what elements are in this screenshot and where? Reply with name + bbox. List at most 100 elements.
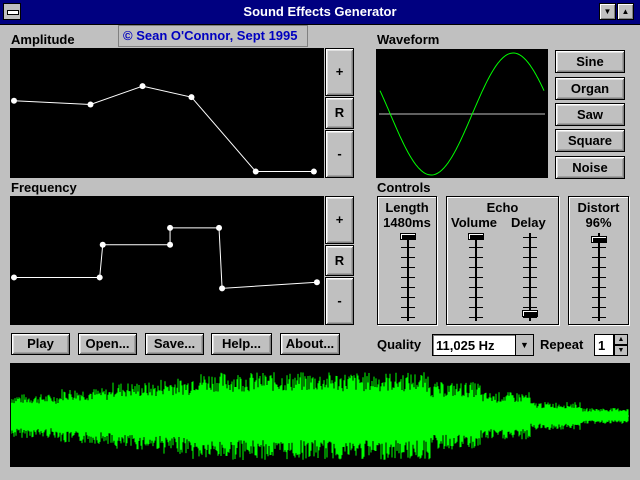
- amplitude-point[interactable]: [310, 168, 317, 175]
- slider-tick: [401, 307, 415, 308]
- echo-title: Echo: [486, 200, 519, 215]
- echo-volume-slider[interactable]: [466, 233, 486, 321]
- slider-tick: [469, 247, 483, 248]
- frequency-point[interactable]: [96, 274, 103, 281]
- slider-tick: [592, 267, 606, 268]
- distort-slider[interactable]: [589, 233, 609, 321]
- echo-delay-slider[interactable]: [520, 233, 540, 321]
- maximize-icon[interactable]: ▲: [617, 3, 634, 20]
- help-button[interactable]: Help...: [211, 333, 272, 355]
- slider-tick: [592, 317, 606, 318]
- frequency-point[interactable]: [11, 274, 17, 281]
- amplitude-plus-button[interactable]: +: [325, 48, 354, 96]
- frequency-point[interactable]: [167, 224, 174, 231]
- slider-tick: [469, 287, 483, 288]
- echo-volume-label: Volume: [451, 215, 497, 230]
- open-button[interactable]: Open...: [78, 333, 137, 355]
- slider-tick: [523, 317, 537, 318]
- slider-tick: [523, 297, 537, 298]
- slider-tick: [523, 267, 537, 268]
- slider-tick: [523, 247, 537, 248]
- echo-group: Echo Volume Delay: [446, 196, 559, 325]
- square-button[interactable]: Square: [555, 129, 625, 152]
- spin-up-icon[interactable]: ▲: [614, 334, 628, 345]
- sine-button[interactable]: Sine: [555, 50, 625, 73]
- slider-tick: [592, 297, 606, 298]
- slider-thumb[interactable]: [522, 309, 538, 317]
- slider-tick: [401, 317, 415, 318]
- slider-tick: [401, 267, 415, 268]
- slider-tick: [592, 257, 606, 258]
- slider-tick: [592, 277, 606, 278]
- amplitude-point[interactable]: [252, 168, 259, 175]
- amplitude-minus-button[interactable]: -: [325, 130, 354, 178]
- waveform-label: Waveform: [377, 32, 440, 47]
- repeat-label: Repeat: [540, 337, 584, 352]
- slider-tick: [523, 237, 537, 238]
- copyright-label: © Sean O'Connor, Sept 1995: [118, 25, 308, 47]
- slider-tick: [523, 287, 537, 288]
- frequency-reset-button[interactable]: R: [325, 245, 354, 276]
- organ-button[interactable]: Organ: [555, 77, 625, 100]
- system-menu-icon[interactable]: [3, 3, 21, 20]
- frequency-point[interactable]: [219, 285, 226, 292]
- frequency-envelope[interactable]: [10, 196, 324, 325]
- spin-down-icon[interactable]: ▼: [614, 345, 628, 356]
- slider-tick: [469, 277, 483, 278]
- amplitude-point[interactable]: [11, 97, 17, 104]
- about-button[interactable]: About...: [280, 333, 340, 355]
- slider-thumb[interactable]: [468, 233, 484, 240]
- frequency-label: Frequency: [11, 180, 77, 195]
- distort-group: Distort 96%: [568, 196, 629, 325]
- slider-tick: [523, 257, 537, 258]
- amplitude-envelope[interactable]: [10, 48, 324, 178]
- slider-tick: [523, 307, 537, 308]
- frequency-point[interactable]: [99, 241, 106, 248]
- slider-tick: [401, 287, 415, 288]
- slider-tick: [401, 247, 415, 248]
- amplitude-point[interactable]: [188, 94, 195, 101]
- amplitude-point[interactable]: [139, 83, 146, 90]
- slider-tick: [592, 307, 606, 308]
- length-title: Length: [385, 200, 429, 215]
- slider-tick: [592, 247, 606, 248]
- slider-thumb[interactable]: [591, 236, 607, 244]
- noise-button[interactable]: Noise: [555, 156, 625, 179]
- frequency-plus-button[interactable]: +: [325, 196, 354, 244]
- length-value: 1480ms: [383, 215, 431, 230]
- waveform-display: [376, 49, 548, 178]
- amplitude-label: Amplitude: [11, 32, 75, 47]
- window-title: Sound Effects Generator: [243, 4, 397, 19]
- frequency-minus-button[interactable]: -: [325, 277, 354, 325]
- dropdown-arrow-icon[interactable]: ▼: [515, 335, 533, 355]
- saw-button[interactable]: Saw: [555, 103, 625, 126]
- quality-value: 11,025 Hz: [436, 338, 495, 353]
- play-button[interactable]: Play: [11, 333, 70, 355]
- amplitude-reset-button[interactable]: R: [325, 97, 354, 129]
- frequency-point[interactable]: [313, 279, 320, 286]
- output-waveform: [10, 363, 630, 467]
- minimize-icon[interactable]: ▼: [599, 3, 616, 20]
- amplitude-point[interactable]: [87, 101, 94, 108]
- length-slider[interactable]: [398, 233, 418, 321]
- slider-tick: [469, 267, 483, 268]
- slider-tick: [592, 287, 606, 288]
- repeat-input[interactable]: 1: [594, 334, 614, 356]
- distort-title: Distort: [577, 200, 620, 215]
- title-bar: Sound Effects Generator: [0, 0, 640, 25]
- length-group: Length 1480ms: [377, 196, 437, 325]
- frequency-curve: [14, 227, 317, 289]
- slider-tick: [469, 257, 483, 258]
- slider-tick: [401, 257, 415, 258]
- frequency-point[interactable]: [216, 224, 223, 231]
- quality-label: Quality: [377, 337, 422, 352]
- slider-tick: [469, 317, 483, 318]
- slider-tick: [523, 277, 537, 278]
- slider-thumb[interactable]: [400, 233, 416, 240]
- slider-tick: [401, 277, 415, 278]
- save-button[interactable]: Save...: [145, 333, 204, 355]
- frequency-point[interactable]: [167, 241, 174, 248]
- echo-delay-label: Delay: [511, 215, 546, 230]
- repeat-value: 1: [598, 338, 606, 353]
- quality-select[interactable]: 11,025 Hz ▼: [432, 334, 534, 356]
